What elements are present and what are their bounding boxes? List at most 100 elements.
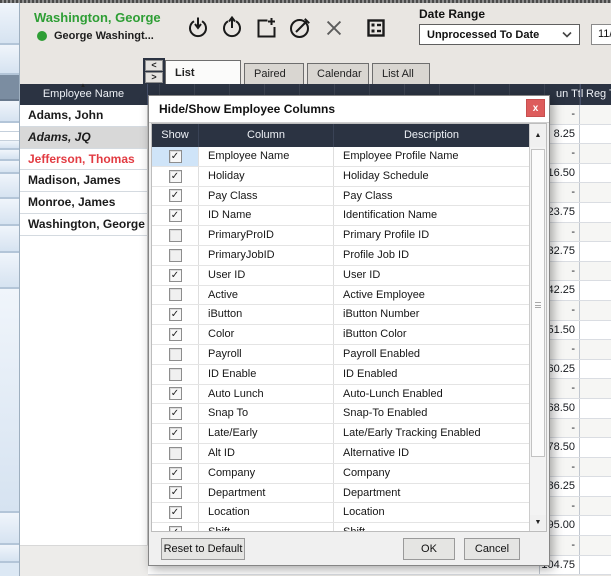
employee-row[interactable]: Adams, John <box>20 105 147 127</box>
sidebar-cell[interactable] <box>0 132 19 141</box>
column-row-late-early[interactable]: ✓ Late/Early Late/Early Tracking Enabled <box>152 424 529 444</box>
sidebar-cell[interactable] <box>0 513 19 545</box>
column-row-company[interactable]: ✓ Company Company <box>152 463 529 484</box>
column-description-cell: iButton Number <box>343 308 420 321</box>
scroll-up-icon[interactable]: ▲ <box>535 132 542 139</box>
reg-total-column-header[interactable]: Reg T <box>586 84 611 105</box>
date-range-select[interactable]: Unprocessed To Date <box>419 24 580 45</box>
show-checkbox[interactable] <box>168 347 182 361</box>
sidebar-cell[interactable] <box>0 141 19 150</box>
column-row-active[interactable]: Active Active Employee <box>152 285 529 306</box>
punch-in-icon <box>186 16 210 43</box>
date-field[interactable]: 11/ 9/20 <box>591 24 611 45</box>
column-row-color[interactable]: ✓ Color iButton Color <box>152 325 529 345</box>
column-row-primaryproid[interactable]: PrimaryProID Primary Profile ID <box>152 226 529 246</box>
sidebar-cell[interactable] <box>0 289 19 513</box>
tab-paired[interactable]: Paired <box>244 63 304 84</box>
employee-row[interactable]: Jefferson, Thomas <box>20 148 147 171</box>
delete-entry-button[interactable] <box>321 16 346 43</box>
show-checkbox[interactable]: ✓ <box>168 506 182 520</box>
show-checkbox[interactable]: ✓ <box>168 169 182 183</box>
show-checkbox[interactable]: ✓ <box>168 486 182 500</box>
tab-scroll-right-icon[interactable]: > <box>145 72 163 83</box>
column-row-shift[interactable]: ✓ ShiftShift <box>152 523 529 531</box>
show-checkbox[interactable] <box>168 367 182 381</box>
timecard-options-button[interactable] <box>363 16 388 43</box>
sidebar-cell[interactable] <box>0 161 19 174</box>
show-checkbox[interactable] <box>168 288 182 302</box>
sidebar-cell[interactable] <box>0 253 19 289</box>
reg-total-cell <box>580 262 611 281</box>
employee-row[interactable]: Adams, JQ <box>20 126 147 149</box>
add-entry-button[interactable] <box>253 16 278 43</box>
show-checkbox[interactable] <box>168 229 182 243</box>
show-cell <box>152 443 199 463</box>
sidebar-cell[interactable] <box>0 101 19 123</box>
tab-scroll-buttons: < > <box>143 58 165 85</box>
column-row-payroll[interactable]: Payroll Payroll Enabled <box>152 344 529 365</box>
employee-row[interactable]: Monroe, James <box>20 192 147 214</box>
column-row-user-id[interactable]: ✓ User ID User ID <box>152 265 529 286</box>
sidebar-cell[interactable] <box>0 123 19 132</box>
employee-row[interactable]: Washington, George <box>20 213 147 236</box>
show-column-header[interactable]: Show <box>152 124 199 147</box>
sidebar-cell[interactable] <box>0 75 19 101</box>
column-row-holiday[interactable]: ✓ Holiday Holiday Schedule <box>152 166 529 187</box>
sidebar-cell[interactable] <box>0 45 19 75</box>
tab-list[interactable]: List <box>165 60 241 84</box>
tab-scroll-left-icon[interactable]: < <box>145 60 163 71</box>
column-row-id-name[interactable]: ✓ ID Name Identification Name <box>152 206 529 227</box>
show-cell <box>152 364 199 384</box>
show-checkbox[interactable]: ✓ <box>168 209 182 223</box>
left-sidebar-strip[interactable] <box>0 3 20 576</box>
column-row-auto-lunch[interactable]: ✓ Auto Lunch Auto-Lunch Enabled <box>152 384 529 405</box>
show-checkbox[interactable] <box>168 248 182 262</box>
column-row-pay-class[interactable]: ✓ Pay Class Pay Class <box>152 186 529 207</box>
sidebar-cell[interactable] <box>0 3 19 45</box>
show-checkbox[interactable]: ✓ <box>168 387 182 401</box>
employee-name-column-header[interactable]: ▲ Employee Name <box>20 83 148 105</box>
employee-row[interactable]: Madison, James <box>20 170 147 193</box>
scrollbar-thumb[interactable] <box>531 149 545 457</box>
column-name-cell: Auto Lunch <box>199 384 334 404</box>
show-checkbox[interactable]: ✓ <box>168 526 182 531</box>
reg-total-cell <box>580 438 611 457</box>
show-checkbox[interactable]: ✓ <box>168 149 182 163</box>
show-checkbox[interactable]: ✓ <box>168 189 182 203</box>
column-row-primaryjobid[interactable]: PrimaryJobID Profile Job ID <box>152 245 529 266</box>
show-checkbox[interactable]: ✓ <box>168 427 182 441</box>
edit-entry-button[interactable] <box>287 16 312 43</box>
dialog-scrollbar[interactable]: ▼ <box>529 147 546 531</box>
reg-total-cell <box>580 183 611 202</box>
sidebar-cell[interactable] <box>0 150 19 161</box>
reset-to-default-button[interactable]: Reset to Default <box>161 538 245 560</box>
dialog-close-button[interactable]: x <box>526 99 545 117</box>
tab-list-all[interactable]: List All <box>372 63 430 84</box>
tab-calendar[interactable]: Calendar <box>307 63 369 84</box>
column-row-ibutton[interactable]: ✓ iButton iButton Number <box>152 305 529 326</box>
description-column-header[interactable]: Description <box>334 124 529 147</box>
sidebar-cell[interactable] <box>0 199 19 226</box>
column-row-id-enable[interactable]: ID Enable ID Enabled <box>152 364 529 385</box>
column-column-header[interactable]: Column <box>199 124 334 147</box>
punch-in-button[interactable] <box>185 16 210 43</box>
ok-button[interactable]: OK <box>403 538 455 560</box>
show-checkbox[interactable]: ✓ <box>168 308 182 322</box>
show-checkbox[interactable]: ✓ <box>168 466 182 480</box>
sidebar-cell[interactable] <box>0 226 19 253</box>
sidebar-cell[interactable] <box>0 174 19 199</box>
show-checkbox[interactable]: ✓ <box>168 407 182 421</box>
show-checkbox[interactable] <box>168 446 182 460</box>
show-checkbox[interactable]: ✓ <box>168 268 182 282</box>
column-description-cell: Company <box>343 466 391 479</box>
show-checkbox[interactable]: ✓ <box>168 328 182 342</box>
column-row-alt-id[interactable]: Alt ID Alternative ID <box>152 443 529 464</box>
column-row-location[interactable]: ✓ Location Location <box>152 503 529 524</box>
column-row-department[interactable]: ✓ Department Department <box>152 483 529 504</box>
column-row-employee-name[interactable]: ✓ Employee Name Employee Profile Name <box>152 147 529 167</box>
punch-out-button[interactable] <box>219 15 244 43</box>
column-row-snap-to[interactable]: ✓ Snap To Snap-To Enabled <box>152 404 529 425</box>
sidebar-cell[interactable] <box>0 545 19 563</box>
cancel-button[interactable]: Cancel <box>464 538 520 560</box>
scroll-down-icon[interactable]: ▼ <box>530 515 546 530</box>
